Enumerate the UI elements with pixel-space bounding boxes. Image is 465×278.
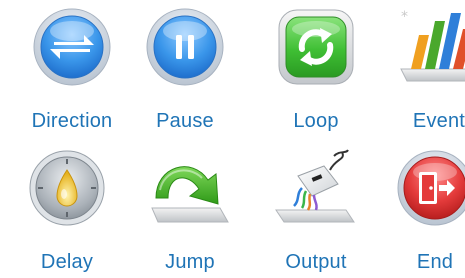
stopwatch-icon (29, 150, 105, 226)
output-cables-icon (275, 149, 355, 223)
palette-item-jump[interactable]: Jump (135, 146, 245, 276)
palette-item-label: Delay (40, 251, 94, 273)
event-bars-icon: * (400, 9, 465, 82)
palette-item-pause[interactable]: Pause (130, 5, 240, 135)
palette-item-label: Jump (165, 251, 215, 273)
pause-icon (146, 8, 224, 86)
palette-item-label: Loop (293, 110, 339, 132)
palette-item-label: End (416, 251, 454, 273)
svg-text:*: * (401, 9, 408, 25)
palette-item-output[interactable]: Output (261, 146, 371, 276)
palette-item-end[interactable]: End (380, 146, 465, 276)
loop-arrows-icon (278, 9, 354, 85)
exit-door-icon (397, 150, 465, 226)
palette-item-label: Pause (156, 110, 214, 132)
jump-arrow-icon (151, 166, 229, 223)
palette-item-label: Output (285, 251, 347, 273)
palette-item-delay[interactable]: Delay (12, 146, 122, 276)
palette-item-event[interactable]: * Event (384, 5, 465, 135)
palette-item-direction[interactable]: Direction (17, 5, 127, 135)
direction-arrows-icon (33, 8, 111, 86)
palette-item-loop[interactable]: Loop (261, 5, 371, 135)
block-palette: Direction Pause Loop * Event Delay Jump … (0, 0, 465, 278)
palette-item-label: Event (412, 110, 465, 132)
palette-item-label: Direction (31, 110, 113, 132)
